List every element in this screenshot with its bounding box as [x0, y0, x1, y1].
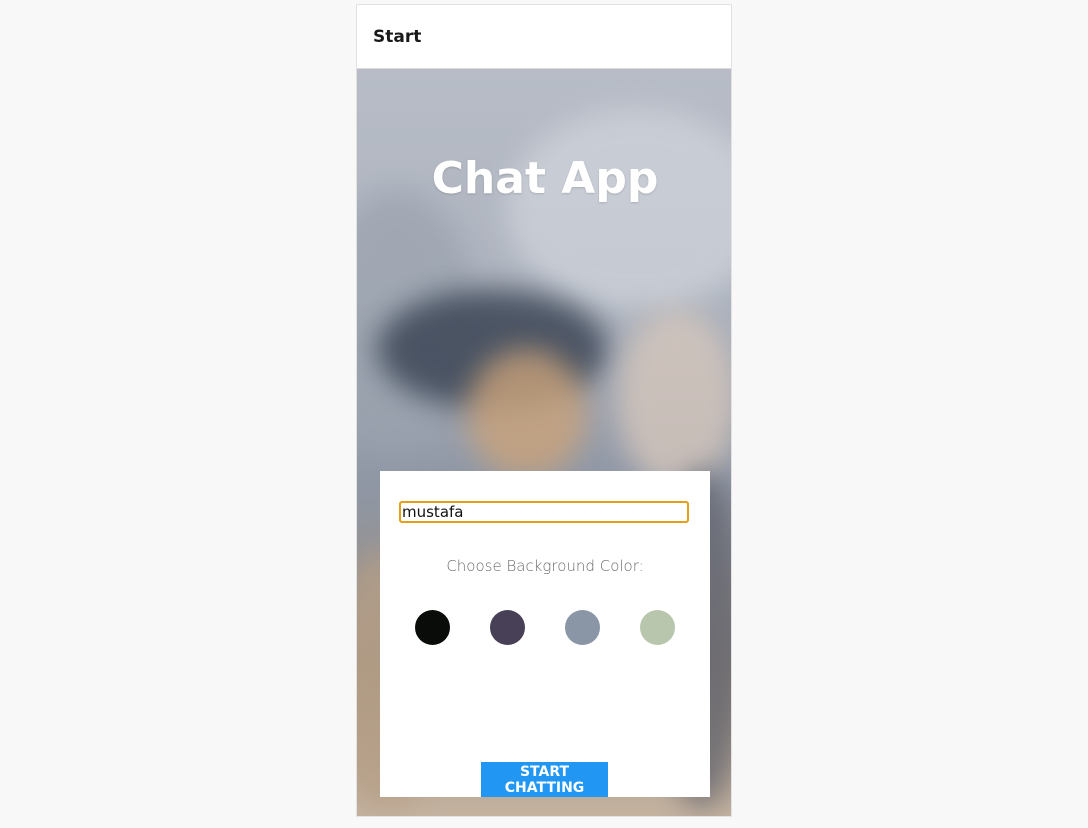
name-input[interactable]: [399, 501, 689, 523]
choose-color-label: Choose Background Color:: [446, 557, 644, 575]
background-blur-shape: [507, 109, 731, 309]
app-title: Chat App: [431, 153, 659, 204]
screen-title: Start: [373, 27, 422, 47]
navigation-header: Start: [357, 5, 731, 69]
color-swatch-green[interactable]: [640, 610, 675, 645]
background-blur-shape: [467, 349, 587, 479]
color-swatch-purple[interactable]: [490, 610, 525, 645]
start-form-card: Choose Background Color: START CHATTING: [380, 471, 710, 797]
color-swatch-grey[interactable]: [565, 610, 600, 645]
start-chatting-button[interactable]: START CHATTING: [481, 762, 608, 797]
color-swatch-black[interactable]: [415, 610, 450, 645]
background-blur-shape: [617, 309, 731, 489]
app-screen: Start Chat App Choose Background Color: …: [356, 4, 732, 817]
